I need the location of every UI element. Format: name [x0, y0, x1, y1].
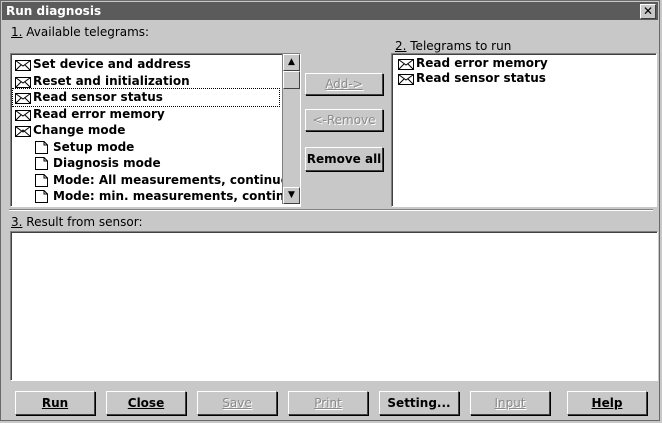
help-button[interactable]: Help: [567, 391, 647, 415]
add-button[interactable]: Add->: [305, 73, 383, 95]
close-button[interactable]: Close: [106, 391, 186, 415]
available-telegram-label: Mode: All measurements, continuou: [53, 172, 298, 187]
available-telegram-item[interactable]: Mode: min. measurements, continuo: [33, 188, 300, 205]
available-telegrams-label: 1. Available telegrams:: [11, 25, 150, 39]
telegram-to-run-item[interactable]: Read sensor status: [396, 70, 646, 87]
available-telegram-label: Mode: min. measurements, continuo: [53, 189, 301, 203]
available-telegram-label: Set device and address: [33, 57, 191, 71]
available-telegram-item[interactable]: Mode: All measurements, continuou: [33, 172, 298, 189]
envelope-icon: [15, 59, 31, 71]
close-icon[interactable]: ✕: [640, 4, 656, 19]
available-telegram-item[interactable]: Reset and initialization: [13, 73, 279, 90]
envelope-icon: [15, 92, 31, 104]
title-bar: Run diagnosis ✕: [2, 2, 658, 20]
document-icon: [35, 157, 48, 170]
divider: [9, 209, 653, 211]
envelope-icon: [398, 58, 414, 70]
window-title: Run diagnosis: [6, 4, 102, 18]
result-output-area[interactable]: [10, 231, 658, 381]
available-telegram-item[interactable]: Setup mode: [33, 139, 279, 156]
envelope-open-icon: [15, 125, 31, 137]
document-icon: [35, 190, 48, 203]
telegrams-to-run-label: 2. Telegrams to run: [395, 39, 512, 53]
remove-all-button[interactable]: Remove all: [305, 147, 383, 171]
available-telegram-label: Reset and initialization: [33, 73, 190, 88]
available-telegram-label: Change mode: [33, 123, 126, 137]
scroll-up-button[interactable]: ▲: [283, 54, 300, 71]
available-telegram-label: Diagnosis mode: [53, 156, 161, 170]
setting-button[interactable]: Setting...: [379, 391, 459, 415]
envelope-icon: [15, 109, 31, 121]
telegram-to-run-label: Read sensor status: [416, 71, 546, 85]
run-diagnosis-dialog: Run diagnosis ✕ 1. Available telegrams: …: [0, 0, 660, 421]
save-button[interactable]: Save: [197, 391, 277, 415]
result-label: 3. Result from sensor:: [11, 215, 143, 229]
envelope-icon: [15, 76, 31, 88]
remove-button[interactable]: <-Remove: [305, 109, 383, 131]
print-button[interactable]: Print: [288, 391, 368, 415]
run-button[interactable]: Run: [15, 391, 95, 415]
available-telegram-label: Setup mode: [53, 139, 135, 154]
input-button[interactable]: Input: [470, 391, 550, 415]
scroll-thumb[interactable]: [283, 71, 300, 89]
available-telegram-item[interactable]: Set device and address: [13, 56, 279, 73]
available-telegram-item[interactable]: Change mode: [13, 122, 279, 139]
telegrams-to-run-list[interactable]: Read error memory Read sensor status: [391, 53, 657, 207]
available-list-scrollbar[interactable]: ▲ ▼: [282, 54, 300, 204]
available-telegram-item[interactable]: Read sensor status: [12, 88, 280, 107]
available-telegram-label: Read sensor status: [33, 90, 163, 104]
available-telegram-item[interactable]: Read error memory: [13, 106, 279, 123]
scroll-down-button[interactable]: ▼: [283, 187, 300, 204]
envelope-icon: [398, 73, 414, 85]
available-telegram-item[interactable]: Diagnosis mode: [33, 155, 279, 172]
available-telegrams-list[interactable]: Set device and address Reset and initiali…: [10, 53, 301, 207]
document-icon: [35, 173, 48, 187]
available-telegram-label: Read error memory: [33, 106, 165, 121]
document-icon: [35, 140, 48, 154]
